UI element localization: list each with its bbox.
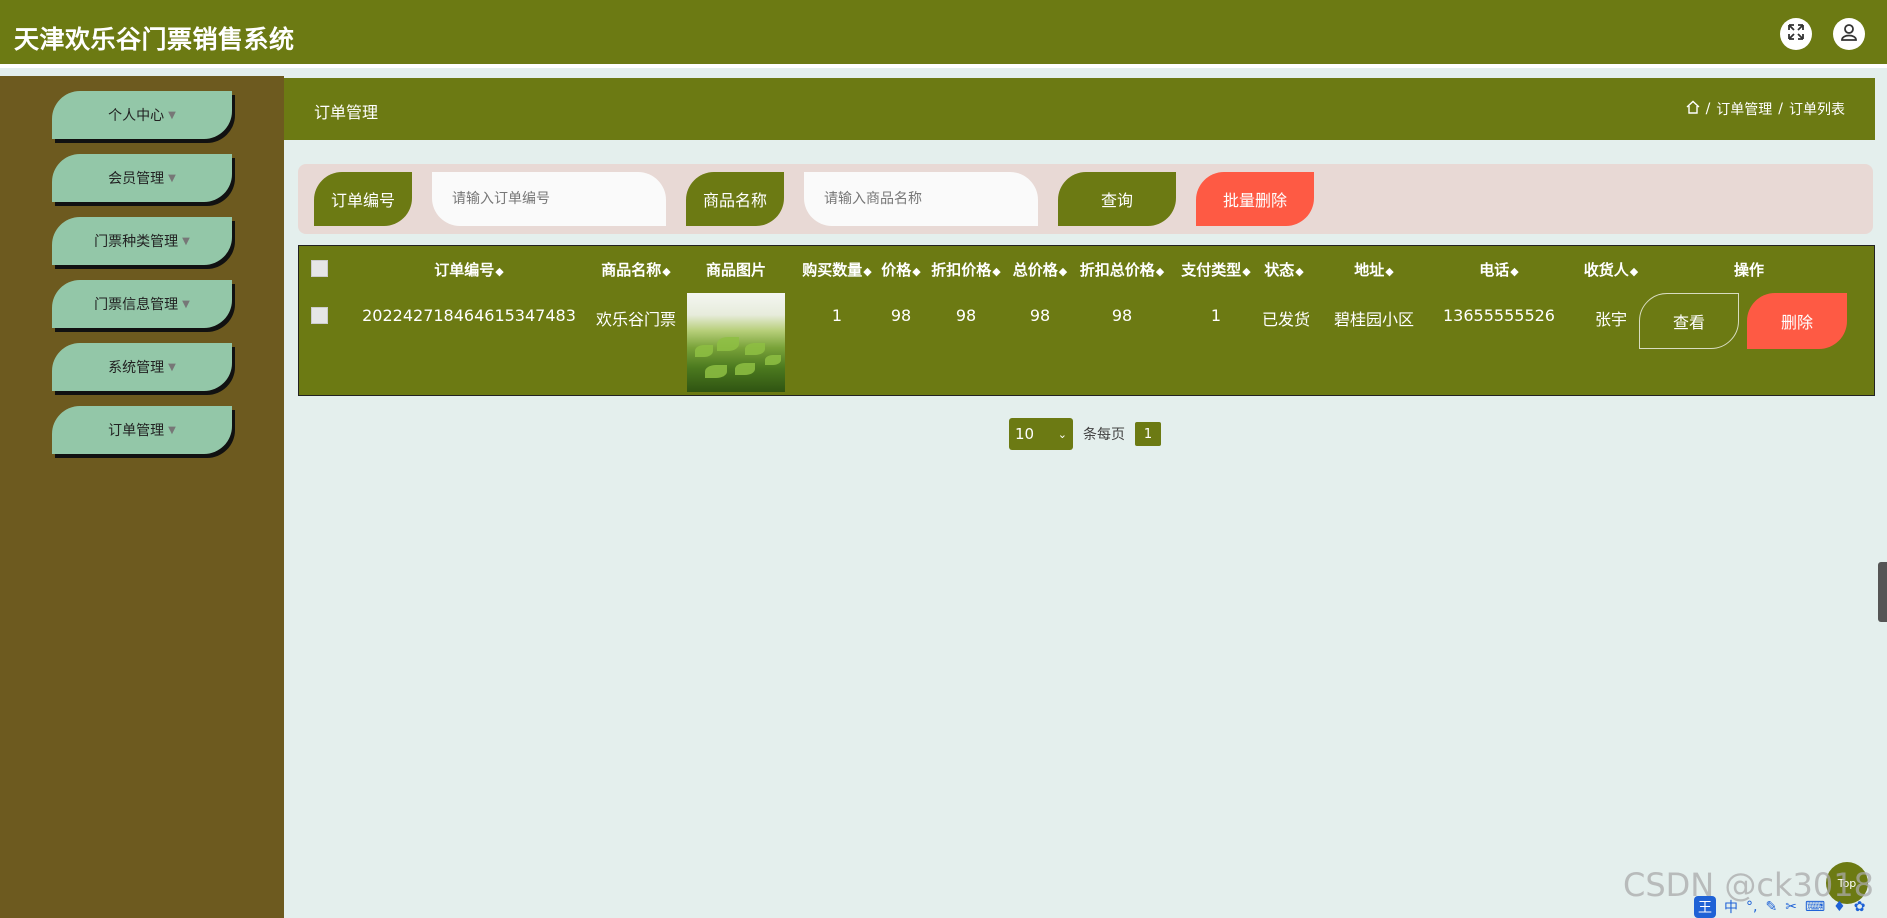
sort-icon: ◆ (495, 265, 504, 278)
sidebar-item-ticket-type-management[interactable]: 门票种类管理 ▼ (52, 217, 232, 265)
caret-down-icon: ▼ (168, 172, 176, 184)
gear-icon[interactable]: ✿ (1854, 899, 1866, 915)
sidebar-item-label: 个人中心 (108, 108, 165, 124)
sort-icon: ◆ (912, 265, 921, 278)
column-header-status[interactable]: 状态◆ (1259, 259, 1309, 280)
breadcrumb: / 订单管理 / 订单列表 (1686, 99, 1845, 119)
cell-address: 碧桂园小区 (1333, 310, 1414, 329)
chevron-down-icon: ⌄ (1057, 427, 1067, 441)
shirt-icon[interactable]: ♦ (1833, 899, 1846, 915)
view-button[interactable]: 查看 (1639, 293, 1739, 349)
sort-icon: ◆ (1155, 265, 1165, 278)
column-header-discount-total[interactable]: 折扣总价格◆ (1075, 259, 1169, 280)
pen-icon[interactable]: ✎ (1765, 899, 1777, 915)
column-header-pay-type[interactable]: 支付类型◆ (1177, 259, 1255, 280)
sort-icon: ◆ (662, 265, 671, 278)
sidebar-item-member-management[interactable]: 会员管理 ▼ (52, 154, 232, 202)
ime-mode[interactable]: 中 (1724, 897, 1738, 917)
scissors-icon[interactable]: ✂ (1785, 899, 1797, 915)
sidebar-item-label: 系统管理 (108, 360, 165, 376)
ime-toolbar: 王 中 °, ✎ ✂ ⌨ ♦ ✿ (1694, 896, 1865, 918)
punctuation-icon[interactable]: °, (1746, 899, 1757, 915)
sort-icon: ◆ (1385, 265, 1394, 278)
column-header-price[interactable]: 价格◆ (879, 259, 923, 280)
page-title: 订单管理 (314, 103, 379, 122)
cell-phone: 13655555526 (1443, 306, 1555, 325)
order-no-label: 订单编号 (314, 172, 412, 226)
select-all-checkbox[interactable] (311, 260, 328, 277)
ime-logo[interactable]: 王 (1694, 896, 1716, 918)
breadcrumb-item-order-management[interactable]: 订单管理 (1716, 99, 1772, 119)
column-header-discount-price[interactable]: 折扣价格◆ (927, 259, 1005, 280)
app-title: 天津欢乐谷门票销售系统 (14, 25, 295, 54)
batch-delete-button[interactable]: 批量删除 (1196, 172, 1314, 226)
sort-icon: ◆ (1295, 265, 1304, 278)
user-button[interactable] (1833, 18, 1865, 50)
home-icon[interactable] (1686, 100, 1700, 118)
caret-down-icon: ▼ (182, 298, 190, 310)
column-header-quantity[interactable]: 购买数量◆ (797, 259, 877, 280)
product-image (687, 293, 785, 392)
cell-discount-price: 98 (955, 306, 977, 325)
sidebar-item-personal-center[interactable]: 个人中心 ▼ (52, 91, 232, 139)
order-no-input[interactable] (432, 172, 666, 226)
top-header: 天津欢乐谷门票销售系统 (0, 0, 1887, 68)
column-header-actions: 操作 (1733, 261, 1764, 279)
page-header: 订单管理 / 订单管理 / 订单列表 (284, 78, 1875, 140)
side-drawer-handle[interactable] (1878, 562, 1887, 622)
caret-down-icon: ▼ (182, 235, 190, 247)
pagination: 10 ⌄ 条每页 1 (1009, 418, 1161, 450)
column-header-address[interactable]: 地址◆ (1324, 259, 1424, 280)
cell-total-price: 98 (1029, 306, 1051, 325)
page-size-select[interactable]: 10 ⌄ (1009, 418, 1073, 450)
sidebar-item-label: 订单管理 (108, 423, 165, 439)
order-table: 订单编号◆ 商品名称◆ 商品图片 购买数量◆ 价格◆ 折扣价格◆ 总价格◆ 折扣… (298, 245, 1875, 396)
product-name-label: 商品名称 (686, 172, 784, 226)
fullscreen-button[interactable] (1780, 18, 1812, 50)
sort-icon: ◆ (1629, 265, 1639, 278)
sidebar-item-label: 门票信息管理 (94, 297, 179, 313)
sort-icon: ◆ (1510, 265, 1519, 278)
column-header-total-price[interactable]: 总价格◆ (1009, 259, 1071, 280)
sort-icon: ◆ (1242, 265, 1251, 278)
sidebar-item-label: 会员管理 (108, 171, 165, 187)
sort-icon: ◆ (992, 265, 1001, 278)
sort-icon: ◆ (863, 265, 872, 278)
cell-pay-type: 1 (1210, 306, 1222, 325)
column-header-order-no[interactable]: 订单编号◆ (394, 259, 544, 280)
caret-down-icon: ▼ (168, 424, 176, 436)
page-number-current[interactable]: 1 (1135, 422, 1161, 446)
cell-price: 98 (890, 306, 912, 325)
sort-icon: ◆ (1058, 265, 1068, 278)
per-page-label: 条每页 (1083, 427, 1125, 443)
row-checkbox[interactable] (311, 307, 328, 324)
sidebar-item-label: 门票种类管理 (94, 234, 179, 250)
query-button[interactable]: 查询 (1058, 172, 1176, 226)
column-header-product-image: 商品图片 (705, 261, 766, 279)
cell-status: 已发货 (1261, 310, 1310, 329)
cell-quantity: 1 (831, 306, 843, 325)
sidebar-item-ticket-info-management[interactable]: 门票信息管理 ▼ (52, 280, 232, 328)
cell-order-no: 202242718464615347483 (362, 306, 576, 325)
keyboard-icon[interactable]: ⌨ (1805, 899, 1825, 915)
cell-discount-total: 98 (1111, 306, 1133, 325)
column-header-product-name[interactable]: 商品名称◆ (581, 259, 691, 280)
sidebar-item-order-management[interactable]: 订单管理 ▼ (52, 406, 232, 454)
search-panel: 订单编号 商品名称 查询 批量删除 (298, 164, 1873, 234)
sidebar-item-system-management[interactable]: 系统管理 ▼ (52, 343, 232, 391)
caret-down-icon: ▼ (168, 361, 176, 373)
product-name-input[interactable] (804, 172, 1038, 226)
cell-product-name: 欢乐谷门票 (595, 310, 676, 329)
breadcrumb-item-order-list: 订单列表 (1789, 102, 1845, 118)
user-icon (1839, 22, 1859, 46)
caret-down-icon: ▼ (168, 109, 176, 121)
delete-button[interactable]: 删除 (1747, 293, 1847, 349)
column-header-receiver[interactable]: 收货人◆ (1571, 259, 1651, 280)
expand-icon (1787, 23, 1805, 45)
column-header-phone[interactable]: 电话◆ (1429, 259, 1569, 280)
sidebar: 个人中心 ▼ 会员管理 ▼ 门票种类管理 ▼ 门票信息管理 ▼ 系统管理 ▼ 订单管理 ▼ (0, 76, 284, 918)
